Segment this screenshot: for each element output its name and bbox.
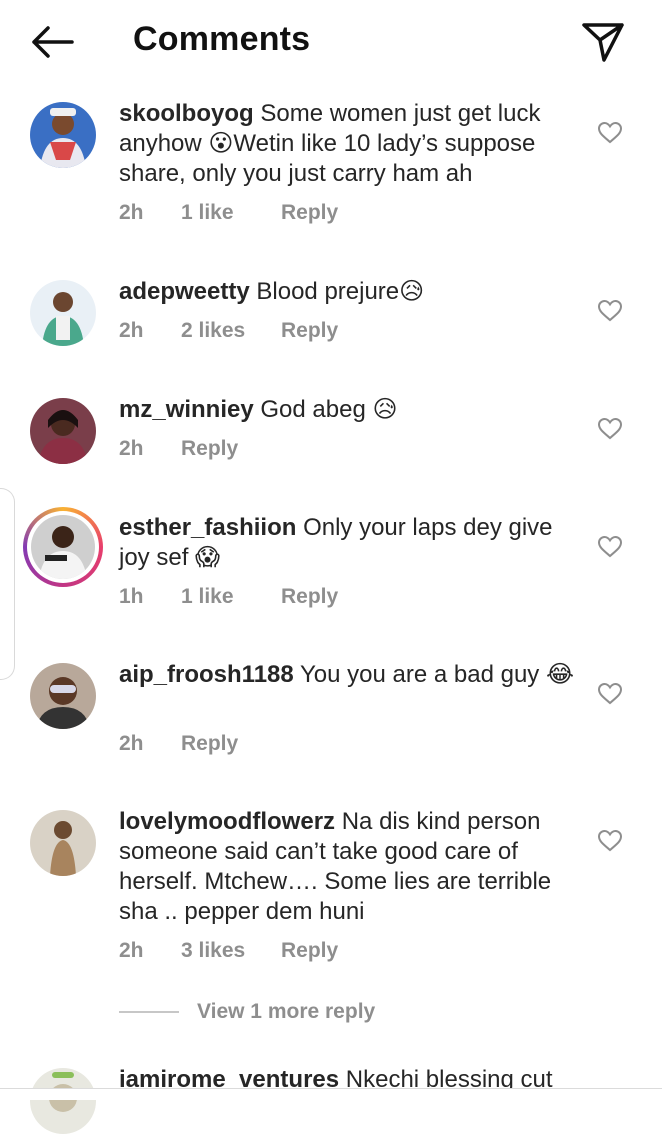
side-handle[interactable]: [0, 488, 15, 680]
heart-outline-icon[interactable]: [597, 829, 623, 853]
avatar[interactable]: [30, 102, 96, 168]
comment-username[interactable]: skoolboyog: [119, 100, 254, 127]
comment-likes[interactable]: 1 like: [181, 201, 281, 225]
reply-button[interactable]: Reply: [281, 585, 338, 609]
heart-outline-icon[interactable]: [597, 417, 623, 441]
comment-likes[interactable]: 1 like: [181, 585, 281, 609]
avatar[interactable]: [30, 1068, 96, 1134]
view-more-label: View 1 more reply: [197, 1000, 376, 1023]
avatar[interactable]: [30, 398, 96, 464]
comment-time: 2h: [119, 201, 144, 224]
header: Comments: [0, 0, 662, 86]
comment-time: 2h: [119, 437, 144, 460]
comment-likes[interactable]: 2 likes: [181, 319, 281, 343]
comment-time: 2h: [119, 732, 144, 755]
comment-username[interactable]: aip_froosh1188: [119, 661, 294, 688]
reply-button[interactable]: Reply: [281, 201, 338, 225]
avatar[interactable]: [30, 810, 96, 876]
comment-username[interactable]: adepweetty: [119, 278, 250, 305]
comment-text: Blood prejure😥: [256, 278, 425, 305]
comment-username[interactable]: esther_fashiion: [119, 514, 296, 541]
paper-plane-icon: [582, 23, 624, 62]
avatar[interactable]: [30, 663, 96, 729]
comment-time: 2h: [119, 319, 144, 342]
reply-button[interactable]: Reply: [181, 437, 238, 461]
comment-likes[interactable]: 3 likes: [181, 939, 281, 963]
reply-button[interactable]: Reply: [181, 732, 238, 756]
comment-username[interactable]: mz_winniey: [119, 396, 254, 423]
avatar[interactable]: [30, 280, 96, 346]
comment-text: You you are a bad guy 😂: [299, 661, 575, 688]
back-button[interactable]: [28, 22, 76, 62]
heart-outline-icon[interactable]: [597, 299, 623, 323]
comment-time: 2h: [119, 939, 144, 962]
heart-outline-icon[interactable]: [597, 121, 623, 145]
avatar-story-ring[interactable]: [23, 507, 103, 587]
divider: [119, 1011, 179, 1013]
heart-outline-icon[interactable]: [597, 682, 623, 706]
comment-time: 1h: [119, 585, 144, 608]
view-more-replies-button[interactable]: View 1 more reply: [119, 1000, 375, 1024]
reply-button[interactable]: Reply: [281, 939, 338, 963]
comment-text: God abeg 😥: [260, 396, 398, 423]
comment-username[interactable]: lovelymoodflowerz: [119, 808, 335, 835]
share-button[interactable]: [580, 20, 626, 64]
heart-outline-icon[interactable]: [597, 535, 623, 559]
bottom-bar: [0, 1088, 662, 1100]
arrow-left-icon: [32, 26, 74, 58]
page-title: Comments: [133, 20, 311, 58]
reply-button[interactable]: Reply: [281, 319, 338, 343]
